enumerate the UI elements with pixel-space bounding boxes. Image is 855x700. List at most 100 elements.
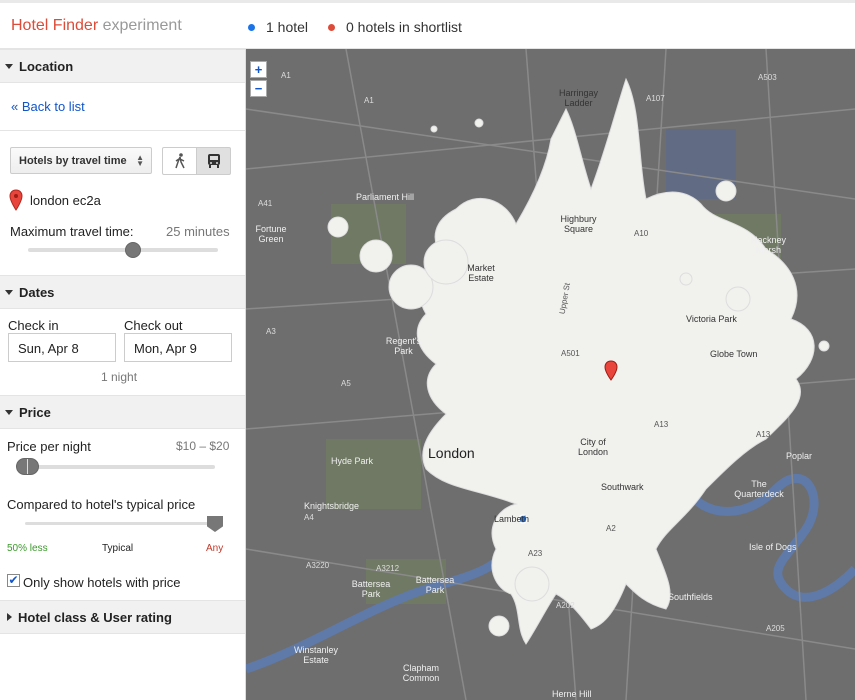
zoom-out-button[interactable]: − xyxy=(250,80,267,97)
road-a107: A107 xyxy=(646,94,665,103)
location-title: Location xyxy=(19,58,74,74)
check-in-field[interactable]: Sun, Apr 8 xyxy=(8,333,116,362)
brand-name: Hotel Finder xyxy=(11,17,99,34)
transit-mode-button[interactable] xyxy=(196,147,231,175)
shortlist-count: 0 hotels in shortlist xyxy=(346,19,462,35)
road-a1-2: A1 xyxy=(364,96,374,105)
zoom-in-button[interactable]: + xyxy=(250,61,267,78)
price-title: Price xyxy=(19,404,51,420)
map-label-battersea-park-1: Battersea Park xyxy=(351,579,391,599)
collapse-triangle-icon xyxy=(5,409,13,415)
search-mode-select[interactable]: Hotels by travel time ▲ ▼ xyxy=(10,147,152,174)
price-section-header[interactable]: Price xyxy=(0,395,245,429)
walking-person-icon xyxy=(174,153,185,169)
map-canvas xyxy=(246,49,855,700)
map-label-poplar: Poplar xyxy=(786,451,813,461)
map-label-knightsbridge: Knightsbridge xyxy=(304,501,360,511)
map-label-harringay: Harringay Ladder xyxy=(558,88,598,108)
price-slider-handles[interactable] xyxy=(16,458,39,475)
map-label-southfields: Southfields xyxy=(668,592,713,602)
map-label-battersea-park-2: Battersea Park xyxy=(415,575,455,595)
search-mode-value: Hotels by travel time xyxy=(19,154,127,167)
map-label-globe-town: Globe Town xyxy=(710,349,758,359)
typical-price-label: Compared to hotel's typical price xyxy=(7,497,196,512)
road-a3: A3 xyxy=(266,327,276,336)
check-out-label: Check out xyxy=(124,318,183,333)
red-map-pin-icon xyxy=(9,189,23,211)
map-label-southwark: Southwark xyxy=(601,482,644,492)
travel-time-slider-handle[interactable] xyxy=(125,242,141,258)
map-label-hackney: Hackney Marsh xyxy=(750,235,786,255)
only-with-price-label: Only show hotels with price xyxy=(23,575,181,590)
check-in-label: Check in xyxy=(8,318,59,333)
top-bar: Hotel Finder experiment 1 hotel 0 hotels… xyxy=(0,0,855,49)
app-title: Hotel Finder experiment xyxy=(11,17,182,35)
price-slider-track[interactable] xyxy=(17,465,215,469)
road-a205: A205 xyxy=(766,624,785,633)
nights-count: 1 night xyxy=(101,370,138,384)
road-a5: A5 xyxy=(341,379,351,388)
walking-mode-button[interactable] xyxy=(162,147,197,175)
scale-low-label: 50% less xyxy=(7,543,48,554)
hotel-count-legend[interactable]: 1 hotel xyxy=(248,19,308,35)
map-label-highbury: Highbury Square xyxy=(560,214,597,234)
scale-high-label: Any xyxy=(206,543,224,554)
max-travel-time-value: 25 minutes xyxy=(166,224,230,239)
red-dot-icon xyxy=(328,23,335,31)
expand-triangle-icon xyxy=(7,613,12,621)
road-a41: A41 xyxy=(258,199,273,208)
select-arrows-icon: ▲ ▼ xyxy=(136,153,144,168)
map-label-fortune-green: Fortune Green xyxy=(255,224,287,244)
map-label-herne-hill: Herne Hill xyxy=(552,689,592,699)
typical-price-slider-handle[interactable] xyxy=(207,516,223,532)
map-label-london: London xyxy=(428,445,475,461)
travel-time-slider-track[interactable] xyxy=(28,248,218,252)
typical-price-slider-track[interactable] xyxy=(25,522,217,525)
blue-dot-icon xyxy=(248,23,255,31)
hotel-class-title: Hotel class & User rating xyxy=(18,609,172,625)
map-label-parliament-hill: Parliament Hill xyxy=(356,192,415,202)
back-to-list-link[interactable]: « Back to list xyxy=(11,99,85,114)
road-a3212: A3212 xyxy=(376,564,400,573)
check-out-field[interactable]: Mon, Apr 9 xyxy=(124,333,232,362)
map-label-clapham: Clapham Common xyxy=(402,663,440,683)
shortlist-legend[interactable]: 0 hotels in shortlist xyxy=(328,19,462,35)
filter-sidebar: Location « Back to list Hotels by travel… xyxy=(0,49,246,700)
map-label-market-estate: Market Estate xyxy=(467,263,495,283)
dates-section-header[interactable]: Dates xyxy=(0,275,245,309)
divider xyxy=(0,130,245,131)
brand-suffix: experiment xyxy=(102,17,182,34)
road-a4: A4 xyxy=(304,513,314,522)
road-a10: A10 xyxy=(634,229,649,238)
price-range-value: $10 – $20 xyxy=(176,439,230,453)
location-query: london ec2a xyxy=(30,193,101,208)
only-with-price-checkbox[interactable]: ✔ xyxy=(7,574,20,587)
hotel-count: 1 hotel xyxy=(266,19,309,35)
road-a2: A2 xyxy=(606,524,616,533)
road-a1-1: A1 xyxy=(281,71,291,80)
map-view[interactable]: + − Harringay Ladder Parliament Hill For… xyxy=(246,49,855,700)
road-a3220: A3220 xyxy=(306,561,330,570)
scale-mid-label: Typical xyxy=(102,543,134,554)
max-travel-time-label: Maximum travel time: xyxy=(10,224,134,239)
map-label-city: City of London xyxy=(577,437,609,457)
map-label-winstanley: Winstanley Estate xyxy=(293,645,338,665)
dates-title: Dates xyxy=(19,284,55,300)
map-label-hyde-park: Hyde Park xyxy=(331,456,374,466)
map-label-regents-park: Regent's Park xyxy=(385,336,422,356)
road-a202: A202 xyxy=(556,601,575,610)
map-label-victoria-park: Victoria Park xyxy=(686,314,737,324)
collapse-triangle-icon xyxy=(5,63,13,69)
road-a13-2: A13 xyxy=(756,430,771,439)
map-label-lambeth: Lambeth xyxy=(494,514,530,524)
road-a13-1: A13 xyxy=(654,420,669,429)
road-a23: A23 xyxy=(528,549,543,558)
price-per-night-label: Price per night xyxy=(7,439,91,454)
hotel-class-section-header[interactable]: Hotel class & User rating xyxy=(0,600,245,634)
map-label-quarterdeck: The Quarterdeck xyxy=(734,479,784,499)
road-a501: A501 xyxy=(561,349,580,358)
road-a503: A503 xyxy=(758,73,777,82)
map-label-isle-of-dogs: Isle of Dogs xyxy=(749,542,797,552)
location-section-header[interactable]: Location xyxy=(0,49,245,83)
collapse-triangle-icon xyxy=(5,289,13,295)
